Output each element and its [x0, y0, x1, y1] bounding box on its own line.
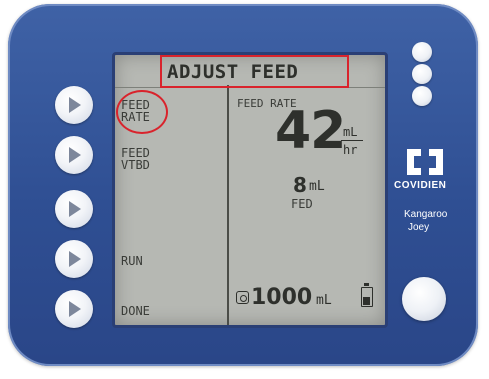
status-led-1	[412, 42, 432, 62]
battery-icon	[361, 283, 373, 307]
play-arrow-icon	[69, 147, 81, 163]
menu-divider	[227, 85, 229, 325]
power-button[interactable]	[402, 277, 446, 321]
feed-rate-highlight-circle	[116, 90, 168, 134]
fed-volume-unit: mL	[309, 179, 325, 194]
menu-run[interactable]: RUN	[121, 255, 143, 267]
bag-icon	[236, 291, 249, 304]
softkey-2-button[interactable]	[55, 136, 93, 174]
fed-volume-value: 8	[293, 173, 307, 197]
vtbd-value: 1000	[251, 285, 313, 310]
brand-name: COVIDIEN	[394, 180, 447, 191]
unit-fraction-bar	[341, 140, 363, 141]
product-name-line1: Kangaroo	[404, 209, 448, 220]
fed-label: FED	[291, 197, 313, 211]
feed-rate-unit-denominator: hr	[343, 143, 358, 157]
softkey-3-button[interactable]	[55, 190, 93, 228]
softkey-5-button[interactable]	[55, 290, 93, 328]
play-arrow-icon	[69, 97, 81, 113]
covidien-logo-icon	[407, 149, 443, 175]
menu-feed-vtbd[interactable]: FEED VTBD	[121, 147, 150, 171]
title-highlight-box	[160, 55, 349, 88]
play-arrow-icon	[69, 251, 81, 267]
vtbd-unit: mL	[316, 293, 332, 308]
status-led-2	[412, 64, 432, 84]
feed-rate-unit-numerator: mL	[343, 125, 358, 139]
play-arrow-icon	[69, 201, 81, 217]
play-arrow-icon	[69, 301, 81, 317]
status-led-3	[412, 86, 432, 106]
product-name-line2: Joey	[408, 222, 430, 233]
softkey-1-button[interactable]	[55, 86, 93, 124]
menu-done[interactable]: DONE	[121, 305, 150, 317]
softkey-4-button[interactable]	[55, 240, 93, 278]
feed-rate-value: 42	[275, 101, 346, 161]
